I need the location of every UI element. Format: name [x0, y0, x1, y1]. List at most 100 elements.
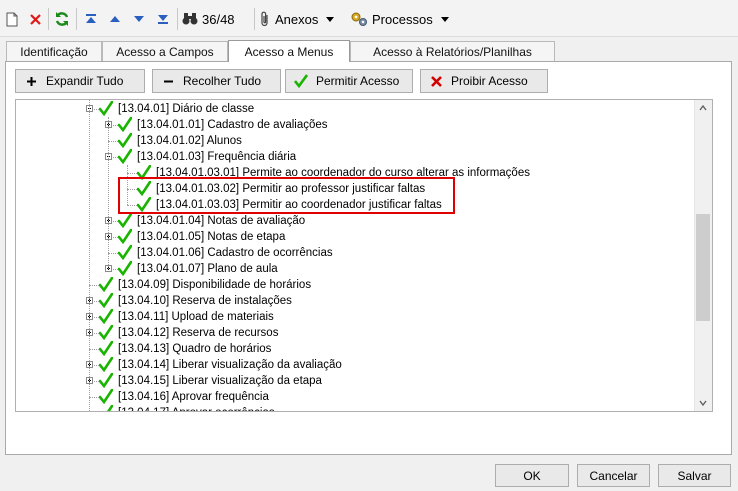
tab-identificacao[interactable]: Identificação: [6, 41, 102, 61]
tab-acesso-a-menus[interactable]: Acesso a Menus: [228, 40, 350, 62]
tree-row[interactable]: [13.04.01.01] Cadastro de avaliações: [16, 116, 712, 133]
access-allowed-check-icon[interactable]: [98, 276, 114, 293]
access-allowed-check-icon[interactable]: [136, 196, 152, 213]
chevron-down-icon: [440, 16, 449, 22]
access-allowed-check-icon[interactable]: [117, 260, 133, 277]
tree-node-label[interactable]: [13.04.01.01] Cadastro de avaliações: [137, 117, 328, 133]
binoculars-icon: [182, 12, 198, 26]
tree-row[interactable]: [13.04.01.03] Frequência diária: [16, 148, 712, 165]
scroll-up-icon[interactable]: [699, 104, 707, 112]
next-record-icon[interactable]: [130, 8, 148, 30]
tree-row[interactable]: [13.04.01] Diário de classe: [16, 100, 712, 117]
tree-node-label[interactable]: [13.04.10] Reserva de instalações: [118, 293, 292, 309]
allow-access-button[interactable]: Permitir Acesso: [285, 69, 413, 93]
access-allowed-check-icon[interactable]: [98, 324, 114, 341]
expand-all-label: Expandir Tudo: [46, 74, 124, 88]
access-allowed-check-icon[interactable]: [117, 228, 133, 245]
allow-access-label: Permitir Acesso: [316, 74, 400, 88]
first-record-icon[interactable]: [82, 8, 100, 30]
delete-icon[interactable]: [26, 8, 44, 30]
processos-label: Processos: [372, 11, 433, 27]
new-document-icon[interactable]: [3, 8, 21, 30]
tree-row[interactable]: [13.04.01.06] Cadastro de ocorrências: [16, 244, 712, 261]
access-allowed-check-icon[interactable]: [117, 132, 133, 149]
access-allowed-check-icon[interactable]: [117, 148, 133, 165]
gears-icon: [350, 11, 368, 27]
tree-row[interactable]: [13.04.14] Liberar visualização da avali…: [16, 356, 712, 373]
tree-node-label[interactable]: [13.04.01.04] Notas de avaliação: [137, 213, 305, 229]
ok-button[interactable]: OK: [495, 464, 569, 487]
tree-row[interactable]: [13.04.01.03.01] Permite ao coordenador …: [16, 164, 712, 181]
anexos-label: Anexos: [275, 11, 319, 27]
access-allowed-check-icon[interactable]: [136, 164, 152, 181]
access-allowed-check-icon[interactable]: [99, 404, 114, 411]
tree-node-label[interactable]: [13.04.01.03.03] Permitir ao coordenador…: [156, 197, 442, 213]
tree-row[interactable]: [13.04.01.05] Notas de etapa: [16, 228, 712, 245]
search-record-control[interactable]: 36/48: [182, 8, 250, 30]
tree-node-label[interactable]: [13.04.13] Quadro de horários: [118, 341, 271, 357]
access-allowed-check-icon[interactable]: [98, 388, 114, 405]
access-allowed-check-icon[interactable]: [117, 244, 133, 261]
cancel-button[interactable]: Cancelar: [577, 464, 650, 487]
tree-node-label[interactable]: [13.04.01.03.01] Permite ao coordenador …: [156, 165, 530, 181]
tree-node-label[interactable]: [13.04.11] Upload de materiais: [118, 309, 274, 325]
tree-row[interactable]: [13.04.01.03.03] Permitir ao coordenador…: [16, 196, 712, 213]
tree-node-label[interactable]: [13.04.01.02] Alunos: [137, 133, 242, 149]
minus-icon: [161, 74, 175, 88]
last-record-icon[interactable]: [154, 8, 172, 30]
access-allowed-check-icon[interactable]: [117, 116, 133, 133]
check-icon: [294, 74, 308, 88]
tree-row[interactable]: [13.04.01.02] Alunos: [16, 132, 712, 149]
plus-icon: [24, 74, 38, 88]
access-allowed-check-icon[interactable]: [98, 292, 114, 309]
anexos-button[interactable]: Anexos: [259, 8, 343, 30]
tree-row[interactable]: [13.04.10] Reserva de instalações: [16, 292, 712, 309]
access-allowed-check-icon[interactable]: [136, 180, 152, 197]
processos-button[interactable]: Processos: [350, 8, 449, 30]
access-allowed-check-icon[interactable]: [98, 340, 114, 357]
previous-record-icon[interactable]: [106, 8, 124, 30]
collapse-all-button[interactable]: Recolher Tudo: [152, 69, 281, 93]
tree-node-label[interactable]: [13.04.16] Aprovar frequência: [118, 389, 269, 405]
access-allowed-check-icon[interactable]: [98, 356, 114, 373]
menu-access-tree[interactable]: [13.04.17] Aprovar ocorrências[13.04.16]…: [15, 99, 713, 412]
tree-row[interactable]: [13.04.16] Aprovar frequência: [16, 388, 712, 405]
tab-acesso-a-campos[interactable]: Acesso a Campos: [102, 41, 228, 61]
tree-node-label[interactable]: [13.04.12] Reserva de recursos: [118, 325, 278, 341]
expand-all-button[interactable]: Expandir Tudo: [15, 69, 145, 93]
tab-acesso-relatorios-planilhas[interactable]: Acesso à Relatórios/Planilhas: [350, 41, 555, 61]
tree-row[interactable]: [13.04.09] Disponibilidade de horários: [16, 276, 712, 293]
tree-row[interactable]: [13.04.01.03.02] Permitir ao professor j…: [16, 180, 712, 197]
record-counter: 36/48: [202, 11, 235, 27]
tree-node-label[interactable]: [13.04.01.03] Frequência diária: [137, 149, 296, 165]
deny-access-label: Proibir Acesso: [451, 74, 528, 88]
toolbar: 36/48 Anexos Processos: [0, 0, 738, 37]
chevron-down-icon: [326, 16, 335, 22]
tree-node-label[interactable]: [13.04.01] Diário de classe: [118, 101, 254, 117]
access-allowed-check-icon[interactable]: [98, 372, 114, 389]
scrollbar-thumb[interactable]: [696, 214, 710, 321]
tree-row[interactable]: [13.04.01.07] Plano de aula: [16, 260, 712, 277]
access-allowed-check-icon[interactable]: [98, 308, 114, 325]
tree-row[interactable]: [13.04.12] Reserva de recursos: [16, 324, 712, 341]
deny-access-button[interactable]: Proibir Acesso: [420, 69, 548, 93]
tree-node-label[interactable]: [13.04.01.06] Cadastro de ocorrências: [137, 245, 333, 261]
save-button[interactable]: Salvar: [658, 464, 731, 487]
tree-node-label[interactable]: [13.04.01.05] Notas de etapa: [137, 229, 285, 245]
tree-node-label[interactable]: [13.04.09] Disponibilidade de horários: [118, 277, 311, 293]
vertical-scrollbar[interactable]: [694, 100, 712, 411]
tree-node-label[interactable]: [13.04.17] Aprovar ocorrências: [118, 405, 275, 411]
refresh-icon[interactable]: [53, 8, 71, 30]
scroll-down-icon[interactable]: [699, 399, 707, 407]
tree-row[interactable]: [13.04.11] Upload de materiais: [16, 308, 712, 325]
tree-row[interactable]: [13.04.13] Quadro de horários: [16, 340, 712, 357]
tree-node-label[interactable]: [13.04.01.03.02] Permitir ao professor j…: [156, 181, 425, 197]
access-allowed-check-icon[interactable]: [117, 212, 133, 229]
tree-node-label[interactable]: [13.04.01.07] Plano de aula: [137, 261, 278, 277]
tree-row[interactable]: [13.04.01.04] Notas de avaliação: [16, 212, 712, 229]
tree-row[interactable]: [13.04.15] Liberar visualização da etapa: [16, 372, 712, 389]
tree-node-label[interactable]: [13.04.14] Liberar visualização da avali…: [118, 357, 342, 373]
access-allowed-check-icon[interactable]: [98, 100, 114, 117]
tree-row[interactable]: [13.04.17] Aprovar ocorrências: [16, 404, 712, 411]
tree-node-label[interactable]: [13.04.15] Liberar visualização da etapa: [118, 373, 322, 389]
